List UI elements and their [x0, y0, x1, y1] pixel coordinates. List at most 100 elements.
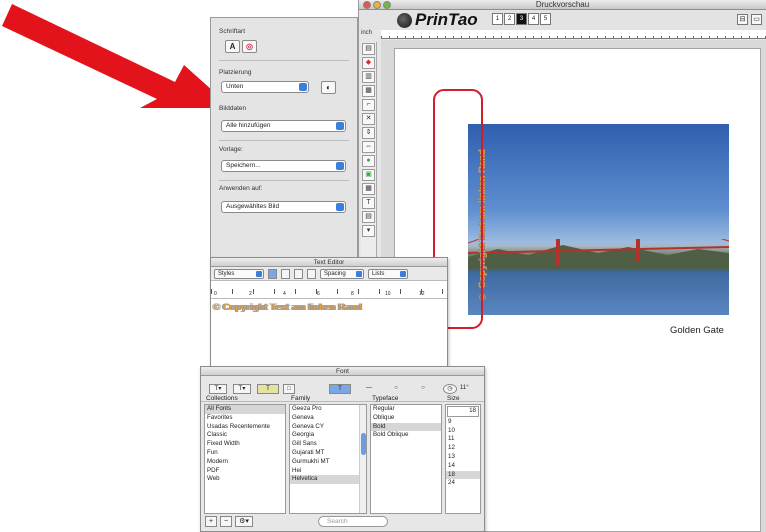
size-item[interactable]: 24 [446, 479, 480, 488]
add-collection-button[interactable]: + [205, 516, 217, 527]
collection-item[interactable]: Web [205, 475, 285, 484]
ruler-mark: 8 [351, 291, 354, 297]
lists-dropdown[interactable]: Lists [368, 268, 408, 279]
font-style-button[interactable]: A [225, 40, 240, 53]
font-color-button[interactable]: ◎ [242, 40, 257, 53]
text-editor-content[interactable]: © Copyright Text am linken Rand [211, 299, 447, 316]
collection-item[interactable]: All Fonts [205, 405, 285, 414]
rotate-tool-icon[interactable]: ▦ [362, 85, 375, 97]
collection-item[interactable]: Usadas Recentemente [205, 423, 285, 432]
family-item[interactable]: Helvetica [290, 475, 366, 485]
gear-icon[interactable]: ⚙▾ [235, 516, 253, 527]
size-field[interactable]: 18 [447, 406, 479, 417]
grid-tool-icon[interactable]: ▦ [362, 183, 375, 195]
anwenden-select[interactable]: Ausgewähltes Bild [221, 201, 346, 213]
collection-item[interactable]: PDF [205, 467, 285, 476]
align-right-button[interactable] [307, 268, 316, 279]
anwenden-value: Ausgewähltes Bild [226, 203, 280, 210]
typeface-item[interactable]: Oblique [371, 414, 441, 423]
size-item[interactable]: 18 [446, 470, 480, 480]
styles-dropdown[interactable]: Styles [214, 268, 264, 279]
image-tool-icon[interactable]: ▤ [362, 43, 375, 55]
shadow-opacity-slider[interactable]: — [359, 384, 379, 394]
size-item[interactable]: 9 [446, 418, 480, 427]
family-item[interactable]: Gill Sans [290, 440, 366, 449]
size-item[interactable]: 13 [446, 453, 480, 462]
color-tool-icon[interactable]: ● [362, 155, 375, 167]
photo-caption[interactable]: Golden Gate [670, 325, 724, 336]
document-color-button[interactable]: □ [283, 384, 295, 394]
strikethrough-button[interactable]: T▾ [233, 384, 251, 394]
scroll-tool-icon[interactable]: ▾ [362, 225, 375, 237]
chevron-down-icon [336, 203, 344, 211]
page-button-5[interactable]: 5 [540, 13, 551, 25]
family-item[interactable]: Hei [290, 467, 366, 476]
vorlage-select[interactable]: Speichern... [221, 160, 346, 172]
placement-select[interactable]: Unten [221, 81, 309, 93]
layout-toggle-button[interactable]: ⊟ [737, 14, 748, 25]
typeface-header: Typeface [372, 395, 399, 402]
family-item[interactable]: Geeza Pro [290, 405, 366, 414]
table-tool-icon[interactable]: ▤ [362, 211, 375, 223]
text-settings-panel: Schriftart A ◎ Platzierung Unten ◐ Bildd… [210, 17, 358, 267]
ruler-unit-label: inch [361, 30, 373, 36]
typeface-list[interactable]: Regular Oblique Bold Bold Oblique [370, 404, 442, 514]
ruler-mark: 2 [249, 291, 252, 297]
move-tool-icon[interactable]: ▥ [362, 71, 375, 83]
scroll-thumb[interactable] [361, 433, 366, 455]
align-center-button[interactable] [281, 268, 290, 279]
family-scrollbar[interactable] [359, 405, 366, 513]
font-panel-bottom-bar: + − ⚙▾ Search [205, 515, 481, 528]
ruler-mark: 10 [385, 291, 391, 297]
align-left-button[interactable] [268, 268, 277, 279]
text-editor-ruler[interactable]: 0 2 4 6 8 10 12 [211, 281, 447, 299]
red-tool-icon[interactable]: ◆ [362, 57, 375, 69]
collection-item[interactable]: Fixed Width [205, 440, 285, 449]
golden-gate-photo[interactable] [468, 124, 729, 315]
size-list[interactable]: 18 9 10 11 12 13 14 18 24 [445, 404, 481, 514]
collection-item[interactable]: Fun [205, 449, 285, 458]
family-header: Family [291, 395, 311, 402]
typeface-item[interactable]: Regular [371, 405, 441, 414]
collection-item[interactable]: Classic [205, 431, 285, 440]
view-options-button[interactable]: ▭ [751, 14, 762, 25]
text-color-button[interactable]: T [257, 384, 279, 394]
align-justify-button[interactable] [294, 268, 303, 279]
spacing-dropdown[interactable]: Spacing [320, 268, 364, 279]
family-item[interactable]: Gurmukhi MT [290, 458, 366, 467]
family-item[interactable]: Gujarati MT [290, 449, 366, 458]
typeface-item[interactable]: Bold [371, 422, 441, 432]
shadow-offset-slider[interactable]: ○ [413, 384, 433, 394]
family-item[interactable]: Geneva CY [290, 423, 366, 432]
collection-item[interactable]: Modern [205, 458, 285, 467]
remove-collection-button[interactable]: − [220, 516, 232, 527]
page-button-4[interactable]: 4 [528, 13, 539, 25]
size-item[interactable]: 10 [446, 427, 480, 436]
bilddaten-value: Alle hinzufügen [226, 122, 271, 129]
size-item[interactable]: 14 [446, 462, 480, 471]
collection-item[interactable]: Favorites [205, 414, 285, 423]
font-search-input[interactable]: Search [318, 516, 388, 527]
family-item[interactable]: Georgia [290, 431, 366, 440]
crop-tool-icon[interactable]: ⌐ [362, 99, 375, 111]
text-tool-icon[interactable]: T [362, 197, 375, 209]
fit-tool-icon[interactable]: ✕ [362, 113, 375, 125]
typeface-item[interactable]: Bold Oblique [371, 431, 441, 440]
align-vertical-icon[interactable]: ⇕ [362, 127, 375, 139]
size-item[interactable]: 12 [446, 444, 480, 453]
family-list[interactable]: Geeza Pro Geneva Geneva CY Georgia Gill … [289, 404, 367, 514]
shadow-button[interactable]: T [329, 384, 351, 394]
underline-button[interactable]: T▾ [209, 384, 227, 394]
shadow-angle-dial[interactable]: ◷ [443, 384, 457, 394]
page-button-3[interactable]: 3 [516, 13, 527, 25]
size-item[interactable]: 11 [446, 435, 480, 444]
collections-list[interactable]: All Fonts Favorites Usadas Recentemente … [204, 404, 286, 514]
page-button-2[interactable]: 2 [504, 13, 515, 25]
family-item[interactable]: Geneva [290, 414, 366, 423]
shadow-blur-slider[interactable]: ○ [386, 384, 406, 394]
align-horizontal-icon[interactable]: ⇔ [362, 141, 375, 153]
placement-side-button[interactable]: ◐ [321, 81, 336, 94]
page-button-1[interactable]: 1 [492, 13, 503, 25]
frame-tool-icon[interactable]: ▣ [362, 169, 375, 181]
bilddaten-select[interactable]: Alle hinzufügen [221, 120, 346, 132]
